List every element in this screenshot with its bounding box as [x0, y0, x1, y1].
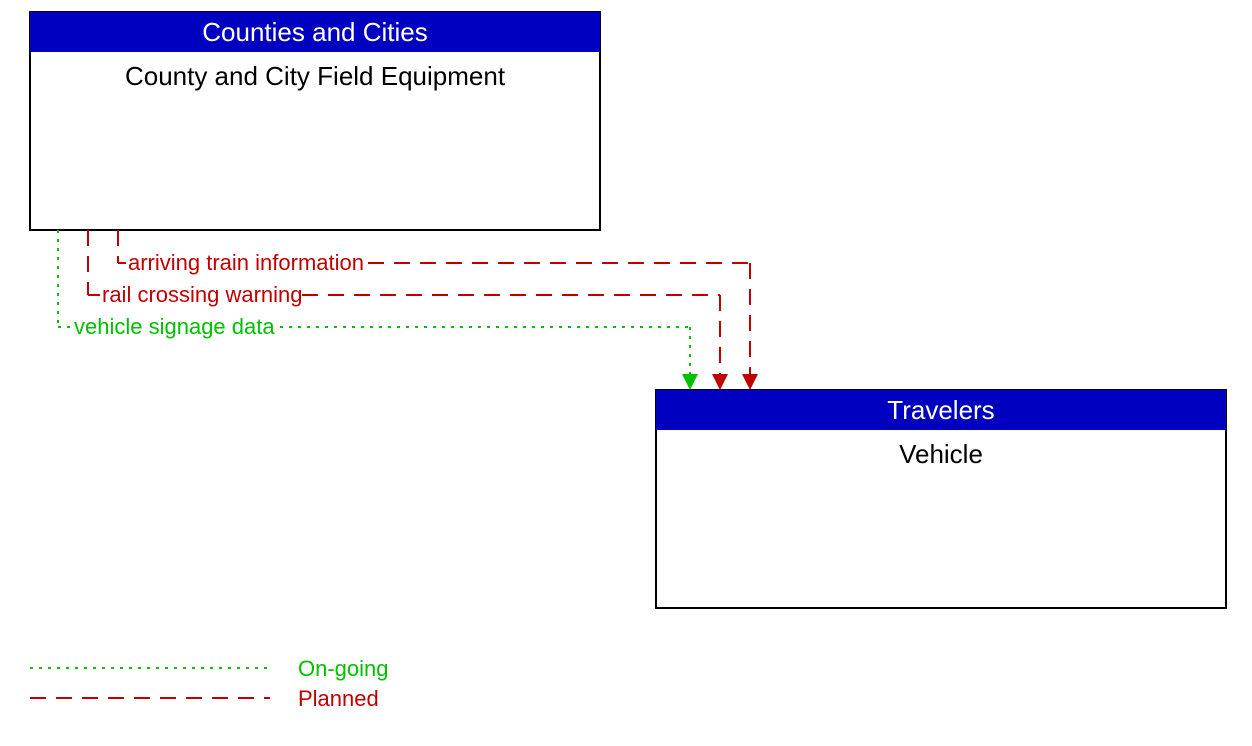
target-header-text: Travelers	[887, 395, 994, 425]
target-entity-box: Travelers Vehicle	[656, 390, 1226, 608]
architecture-diagram: Counties and Cities County and City Fiel…	[0, 0, 1252, 746]
source-header-text: Counties and Cities	[202, 17, 427, 47]
target-body-text: Vehicle	[899, 439, 983, 469]
flow-label-vehicle-signage: vehicle signage data	[74, 314, 275, 339]
legend: On-going Planned	[30, 656, 389, 711]
source-entity-box: Counties and Cities County and City Fiel…	[30, 12, 600, 230]
source-body-text: County and City Field Equipment	[125, 61, 506, 91]
flow-arriving-train-information: arriving train information	[118, 230, 758, 390]
flow-label-arriving-train: arriving train information	[128, 250, 364, 275]
legend-ongoing-label: On-going	[298, 656, 389, 681]
legend-planned-label: Planned	[298, 686, 379, 711]
flow-label-rail-crossing: rail crossing warning	[102, 282, 303, 307]
